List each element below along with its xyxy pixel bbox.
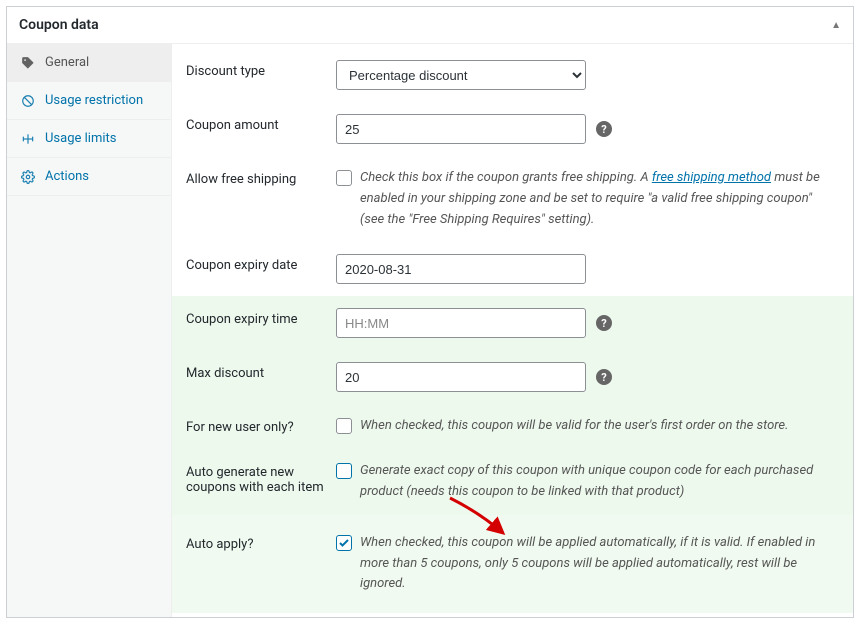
label-expiry-time: Coupon expiry time — [186, 308, 336, 327]
auto-apply-desc: When checked, this coupon will be applie… — [360, 533, 839, 595]
label-auto-apply: Auto apply? — [186, 533, 336, 552]
label-auto-generate: Auto generate new coupons with each item — [186, 461, 336, 495]
label-new-user: For new user only? — [186, 416, 336, 435]
row-expiry-time: Coupon expiry time ? — [172, 296, 853, 350]
label-free-shipping: Allow free shipping — [186, 168, 336, 187]
free-shipping-link[interactable]: free shipping method — [652, 170, 771, 185]
tab-label: Usage limits — [45, 131, 116, 146]
free-shipping-desc: Check this box if the coupon grants free… — [360, 168, 839, 230]
tab-content: Discount type Percentage discount Coupon… — [172, 44, 853, 617]
panel-header: Coupon data ▲ — [7, 7, 853, 44]
auto-generate-checkbox[interactable] — [336, 463, 352, 479]
tab-general[interactable]: General — [7, 44, 171, 82]
label-expiry-date: Coupon expiry date — [186, 254, 336, 273]
panel-title: Coupon data — [19, 17, 99, 33]
tab-label: Usage restriction — [45, 93, 143, 108]
label-max-discount: Max discount — [186, 362, 336, 381]
row-coupon-amount: Coupon amount ? — [172, 102, 853, 156]
help-icon[interactable]: ? — [596, 369, 612, 385]
max-discount-input[interactable] — [336, 362, 586, 392]
free-shipping-checkbox[interactable] — [336, 170, 352, 186]
tab-actions[interactable]: Actions — [7, 158, 171, 196]
label-coupon-amount: Coupon amount — [186, 114, 336, 133]
row-new-user: For new user only? When checked, this co… — [172, 404, 853, 449]
coupon-amount-input[interactable] — [336, 114, 586, 144]
discount-type-select[interactable]: Percentage discount — [336, 60, 586, 90]
new-user-checkbox[interactable] — [336, 418, 352, 434]
help-icon[interactable]: ? — [596, 121, 612, 137]
label-discount-type: Discount type — [186, 60, 336, 79]
tabs-sidebar: General Usage restriction Usage limits A… — [7, 44, 172, 617]
row-expiry-date: Coupon expiry date — [172, 242, 853, 296]
row-free-shipping: Allow free shipping Check this box if th… — [172, 156, 853, 242]
panel-body: General Usage restriction Usage limits A… — [7, 44, 853, 617]
coupon-data-panel: Coupon data ▲ General Usage restriction — [6, 6, 854, 618]
row-auto-generate: Auto generate new coupons with each item… — [172, 449, 853, 515]
tab-usage-restriction[interactable]: Usage restriction — [7, 82, 171, 120]
auto-apply-checkbox[interactable] — [336, 535, 352, 551]
gear-icon — [19, 170, 37, 184]
help-icon[interactable]: ? — [596, 315, 612, 331]
expiry-time-input[interactable] — [336, 308, 586, 338]
new-user-desc: When checked, this coupon will be valid … — [360, 416, 788, 437]
tag-icon — [19, 56, 37, 70]
expiry-date-input[interactable] — [336, 254, 586, 284]
row-max-discount: Max discount ? — [172, 350, 853, 404]
tab-usage-limits[interactable]: Usage limits — [7, 120, 171, 158]
row-auto-apply: Auto apply? When checked, this coupon wi… — [172, 515, 853, 613]
row-discount-type: Discount type Percentage discount — [172, 48, 853, 102]
ban-icon — [19, 94, 37, 108]
collapse-toggle[interactable]: ▲ — [831, 20, 841, 31]
auto-generate-desc: Generate exact copy of this coupon with … — [360, 461, 839, 503]
tab-label: Actions — [45, 169, 89, 184]
tab-label: General — [45, 55, 89, 70]
limits-icon — [19, 132, 37, 146]
